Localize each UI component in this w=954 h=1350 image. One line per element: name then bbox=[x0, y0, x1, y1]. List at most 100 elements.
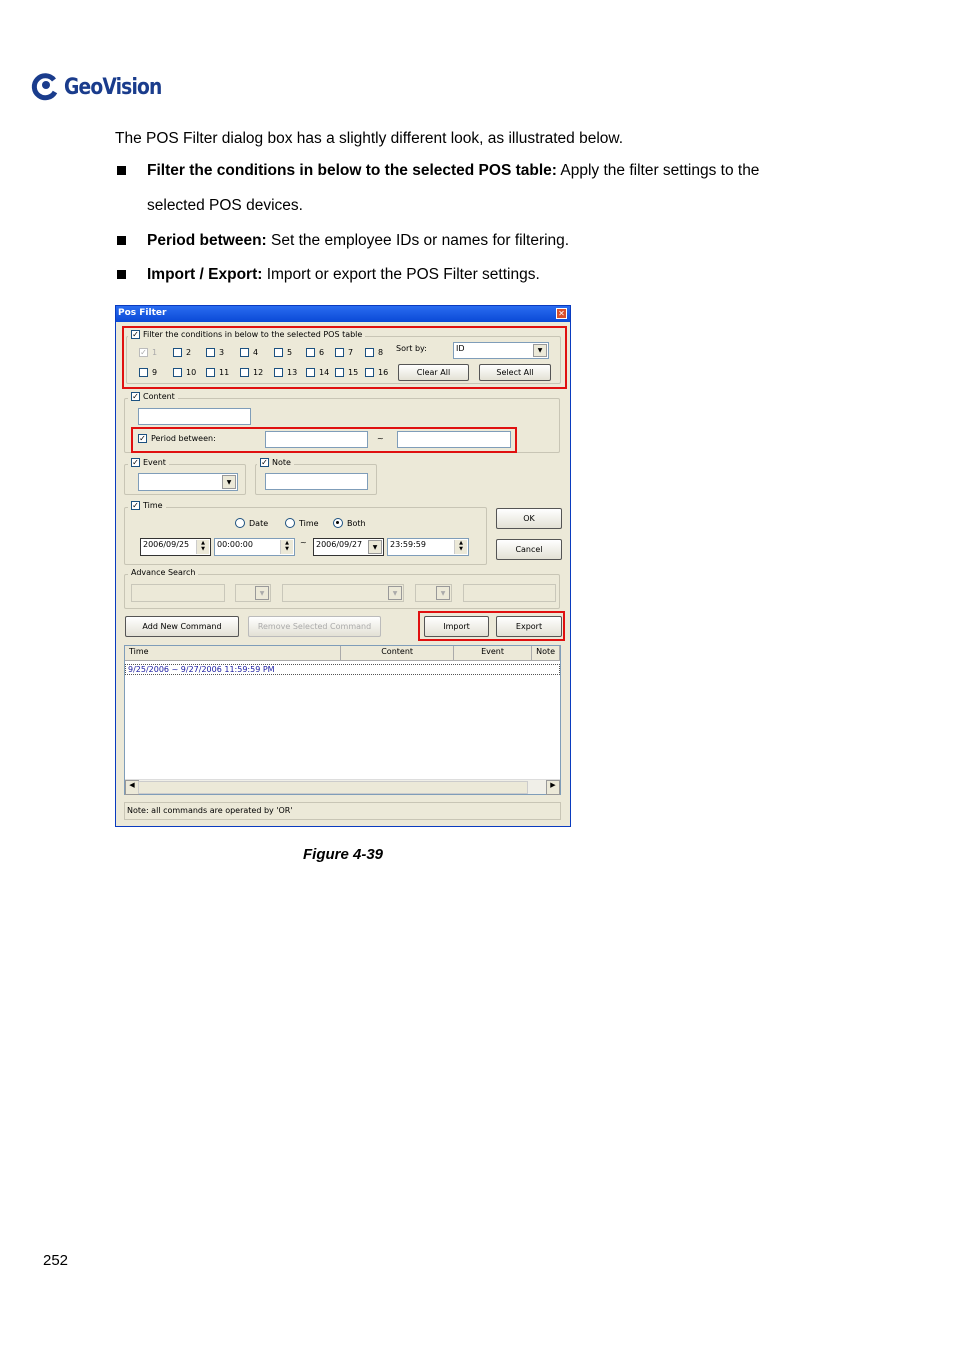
note-checkbox[interactable]: ✓ Note bbox=[257, 458, 294, 467]
advance-value-input[interactable] bbox=[463, 584, 556, 602]
table-row[interactable]: 9/25/2006 ~ 9/27/2006 11:59:59 PM bbox=[125, 664, 560, 675]
pos-checkbox-12[interactable]: 12 bbox=[240, 368, 263, 377]
pos-checkbox-11[interactable]: 11 bbox=[206, 368, 229, 377]
content-checkbox[interactable]: ✓ Content bbox=[128, 392, 178, 401]
ok-button[interactable]: OK bbox=[496, 508, 562, 529]
checkbox[interactable] bbox=[335, 368, 344, 377]
checkbox[interactable] bbox=[139, 368, 148, 377]
spinner-icon[interactable]: ▲ ▼ bbox=[454, 540, 467, 554]
pos-checkbox-13[interactable]: 13 bbox=[274, 368, 297, 377]
select-all-button[interactable]: Select All bbox=[479, 364, 551, 381]
checkbox[interactable] bbox=[173, 368, 182, 377]
checkbox[interactable] bbox=[206, 368, 215, 377]
checkbox[interactable] bbox=[365, 348, 374, 357]
pos-filter-dialog: Pos Filter ✕ ✓ Filter the conditions in b… bbox=[115, 305, 571, 827]
pos-checkbox-4[interactable]: 4 bbox=[240, 348, 258, 357]
pos-checkbox-8[interactable]: 8 bbox=[365, 348, 383, 357]
column-header-time[interactable]: Time bbox=[125, 646, 342, 661]
checkbox[interactable] bbox=[274, 368, 283, 377]
cancel-button[interactable]: Cancel bbox=[496, 539, 562, 560]
checkbox[interactable] bbox=[240, 348, 249, 357]
pos-checkbox-3[interactable]: 3 bbox=[206, 348, 224, 357]
radio-button[interactable] bbox=[235, 518, 245, 528]
checkbox[interactable] bbox=[335, 348, 344, 357]
checkbox[interactable] bbox=[365, 368, 374, 377]
scroll-right-icon[interactable]: ▶ bbox=[546, 780, 560, 795]
period-from-input[interactable] bbox=[265, 431, 368, 448]
checkbox[interactable] bbox=[306, 348, 315, 357]
end-date-input[interactable]: 2006/09/27 ▼ bbox=[313, 538, 384, 556]
checkbox[interactable] bbox=[240, 368, 249, 377]
pos-checkbox-9[interactable]: 9 bbox=[139, 368, 157, 377]
content-input[interactable] bbox=[138, 408, 251, 425]
checkbox[interactable]: ✓ bbox=[260, 458, 269, 467]
advance-condition-select[interactable]: ▼ bbox=[282, 584, 404, 602]
radio-date[interactable]: Date bbox=[235, 518, 268, 528]
spinner-icon[interactable]: ▲ ▼ bbox=[280, 540, 293, 554]
column-header-event[interactable]: Event bbox=[453, 646, 533, 661]
pos-number-label: 16 bbox=[378, 368, 389, 377]
clear-all-button[interactable]: Clear All bbox=[398, 364, 469, 381]
pos-number-label: 15 bbox=[348, 368, 359, 377]
status-bar: Note: all commands are operated by 'OR' bbox=[124, 802, 561, 820]
export-button[interactable]: Export bbox=[496, 616, 562, 637]
horizontal-scrollbar[interactable]: ◀ ▶ bbox=[125, 779, 560, 795]
chevron-down-icon[interactable]: ▼ bbox=[222, 475, 236, 489]
column-header-note[interactable]: Note bbox=[532, 646, 561, 661]
command-list[interactable]: Time Content Event Note 9/25/2006 ~ 9/27… bbox=[124, 645, 561, 795]
checkbox[interactable] bbox=[306, 368, 315, 377]
pos-checkbox-16[interactable]: 16 bbox=[365, 368, 388, 377]
advance-logic-select[interactable]: ▼ bbox=[415, 584, 452, 602]
spinner-icon[interactable]: ▲ ▼ bbox=[196, 540, 209, 554]
checkbox[interactable] bbox=[206, 348, 215, 357]
event-checkbox[interactable]: ✓ Event bbox=[128, 458, 169, 467]
sort-by-select[interactable]: ID ▼ bbox=[453, 342, 549, 359]
tilde: ~ bbox=[377, 434, 384, 443]
period-to-input[interactable] bbox=[397, 431, 511, 448]
advance-operator-select[interactable]: ▼ bbox=[235, 584, 271, 602]
pos-checkbox-7[interactable]: 7 bbox=[335, 348, 353, 357]
add-new-command-button[interactable]: Add New Command bbox=[125, 616, 239, 637]
start-date-input[interactable]: 2006/09/25 ▲ ▼ bbox=[140, 538, 211, 556]
time-group bbox=[124, 507, 487, 565]
scrollbar-thumb[interactable] bbox=[138, 781, 528, 794]
time-checkbox[interactable]: ✓ Time bbox=[128, 501, 166, 510]
filter-conditions-checkbox[interactable]: ✓ Filter the conditions in below to the s… bbox=[128, 330, 366, 339]
chevron-down-icon[interactable]: ▼ bbox=[368, 540, 382, 554]
pos-checkbox-6[interactable]: 6 bbox=[306, 348, 324, 357]
radio-both[interactable]: Both bbox=[333, 518, 366, 528]
checkbox[interactable]: ✓ bbox=[138, 434, 147, 443]
end-time-input[interactable]: 23:59:59 ▲ ▼ bbox=[387, 538, 469, 556]
column-header-content[interactable]: Content bbox=[341, 646, 454, 661]
import-button[interactable]: Import bbox=[424, 616, 489, 637]
checkbox[interactable]: ✓ bbox=[131, 458, 140, 467]
checkbox[interactable]: ✓ bbox=[131, 330, 140, 339]
radio-button[interactable] bbox=[333, 518, 343, 528]
pos-checkbox-15[interactable]: 15 bbox=[335, 368, 358, 377]
chevron-down-icon[interactable]: ▼ bbox=[533, 344, 547, 357]
checkbox[interactable]: ✓ bbox=[139, 348, 148, 357]
chevron-down-icon[interactable]: ▼ bbox=[436, 586, 450, 600]
pos-checkbox-2[interactable]: 2 bbox=[173, 348, 191, 357]
note-input[interactable] bbox=[265, 473, 368, 490]
close-icon[interactable]: ✕ bbox=[556, 308, 567, 319]
chevron-down-icon[interactable]: ▼ bbox=[255, 586, 269, 600]
checkbox[interactable]: ✓ bbox=[131, 501, 140, 510]
start-time-input[interactable]: 00:00:00 ▲ ▼ bbox=[214, 538, 295, 556]
pos-checkbox-1[interactable]: ✓ 1 bbox=[139, 348, 157, 357]
pos-checkbox-5[interactable]: 5 bbox=[274, 348, 292, 357]
remove-selected-command-button[interactable]: Remove Selected Command bbox=[248, 616, 381, 637]
radio-button[interactable] bbox=[285, 518, 295, 528]
event-select[interactable]: ▼ bbox=[138, 473, 238, 491]
bullet-text: Apply the filter settings to the bbox=[556, 162, 760, 179]
chevron-down-icon[interactable]: ▼ bbox=[388, 586, 402, 600]
radio-time[interactable]: Time bbox=[285, 518, 319, 528]
checkbox[interactable] bbox=[173, 348, 182, 357]
period-between-checkbox[interactable]: ✓ Period between: bbox=[138, 434, 216, 443]
checkbox[interactable]: ✓ bbox=[131, 392, 140, 401]
pos-checkbox-14[interactable]: 14 bbox=[306, 368, 329, 377]
advance-field-input[interactable] bbox=[131, 584, 225, 602]
pos-checkbox-10[interactable]: 10 bbox=[173, 368, 196, 377]
checkbox[interactable] bbox=[274, 348, 283, 357]
scroll-left-icon[interactable]: ◀ bbox=[125, 780, 139, 795]
